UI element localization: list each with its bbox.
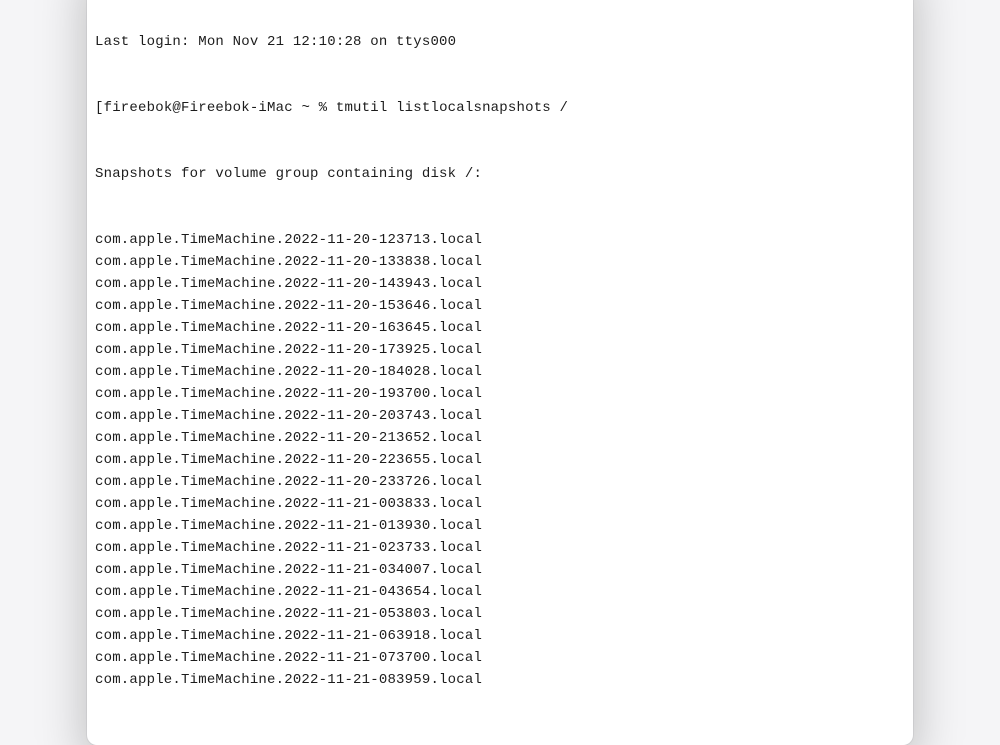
snapshot-line: com.apple.TimeMachine.2022-11-21-013930.… (95, 515, 905, 537)
snapshot-line: com.apple.TimeMachine.2022-11-21-034007.… (95, 559, 905, 581)
command-text: tmutil listlocalsnapshots / (336, 97, 568, 119)
snapshot-line: com.apple.TimeMachine.2022-11-20-213652.… (95, 427, 905, 449)
snapshot-line: com.apple.TimeMachine.2022-11-21-043654.… (95, 581, 905, 603)
snapshot-line: com.apple.TimeMachine.2022-11-20-203743.… (95, 405, 905, 427)
snapshot-line: com.apple.TimeMachine.2022-11-21-023733.… (95, 537, 905, 559)
snapshot-line: com.apple.TimeMachine.2022-11-20-143943.… (95, 273, 905, 295)
snapshot-line: com.apple.TimeMachine.2022-11-20-153646.… (95, 295, 905, 317)
prompt-line: [fireebok@Fireebok-iMac ~ % tmutil listl… (95, 97, 905, 119)
snapshot-list: com.apple.TimeMachine.2022-11-20-123713.… (95, 229, 905, 691)
prompt-text: fireebok@Fireebok-iMac ~ % (104, 97, 336, 119)
terminal-window: 🏠 fireebok — -zsh — 80×24 Last login: Mo… (87, 0, 913, 745)
snapshot-line: com.apple.TimeMachine.2022-11-21-073700.… (95, 647, 905, 669)
snapshot-line: com.apple.TimeMachine.2022-11-21-063918.… (95, 625, 905, 647)
snapshot-line: com.apple.TimeMachine.2022-11-21-003833.… (95, 493, 905, 515)
snapshot-line: com.apple.TimeMachine.2022-11-20-163645.… (95, 317, 905, 339)
response-header: Snapshots for volume group containing di… (95, 163, 905, 185)
snapshot-line: com.apple.TimeMachine.2022-11-20-173925.… (95, 339, 905, 361)
snapshot-line: com.apple.TimeMachine.2022-11-20-233726.… (95, 471, 905, 493)
snapshot-line: com.apple.TimeMachine.2022-11-20-193700.… (95, 383, 905, 405)
last-login-line: Last login: Mon Nov 21 12:10:28 on ttys0… (95, 31, 905, 53)
snapshot-line: com.apple.TimeMachine.2022-11-21-053803.… (95, 603, 905, 625)
snapshot-line: com.apple.TimeMachine.2022-11-20-184028.… (95, 361, 905, 383)
prompt-open-bracket: [ (95, 97, 104, 119)
snapshot-line: com.apple.TimeMachine.2022-11-20-223655.… (95, 449, 905, 471)
snapshot-line: com.apple.TimeMachine.2022-11-20-133838.… (95, 251, 905, 273)
snapshot-line: com.apple.TimeMachine.2022-11-21-083959.… (95, 669, 905, 691)
snapshot-line: com.apple.TimeMachine.2022-11-20-123713.… (95, 229, 905, 251)
terminal-content[interactable]: Last login: Mon Nov 21 12:10:28 on ttys0… (87, 0, 913, 745)
